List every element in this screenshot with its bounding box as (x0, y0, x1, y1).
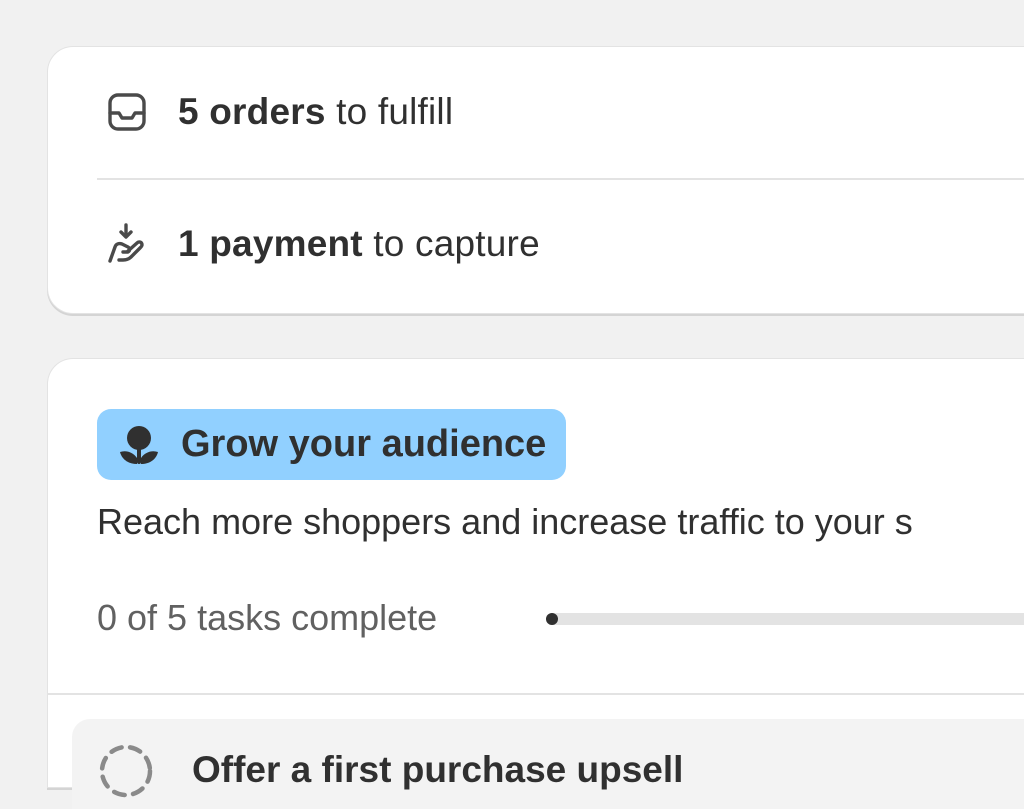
orders-suffix: to fulfill (325, 91, 454, 132)
hand-payment-icon (105, 222, 149, 266)
dashed-circle-icon[interactable] (98, 743, 154, 799)
section-divider (48, 693, 1024, 695)
payments-to-capture-text: 1 payment to capture (178, 223, 540, 265)
progress-bar-fill (546, 613, 558, 625)
sprout-icon (117, 423, 161, 467)
orders-count: 5 orders (178, 91, 326, 132)
task-item[interactable]: Offer a first purchase upsell (72, 719, 1024, 809)
progress-label: 0 of 5 tasks complete (97, 597, 438, 638)
orders-to-fulfill-text: 5 orders to fulfill (178, 91, 453, 133)
grow-audience-card: Grow your audience Reach more shoppers a… (47, 358, 1024, 809)
orders-summary-card: 5 orders to fulfill 1 payment to capture (47, 46, 1024, 314)
progress-bar (546, 613, 1024, 625)
inbox-icon (105, 90, 149, 134)
badge-label: Grow your audience (181, 423, 547, 465)
task-title: Offer a first purchase upsell (192, 749, 684, 790)
payments-suffix: to capture (362, 223, 540, 264)
payments-to-capture-row[interactable]: 1 payment to capture (97, 179, 1024, 309)
payments-count: 1 payment (178, 223, 363, 264)
orders-to-fulfill-row[interactable]: 5 orders to fulfill (97, 47, 1024, 177)
grow-audience-badge: Grow your audience (97, 409, 567, 480)
audience-description: Reach more shoppers and increase traffic… (97, 501, 913, 542)
